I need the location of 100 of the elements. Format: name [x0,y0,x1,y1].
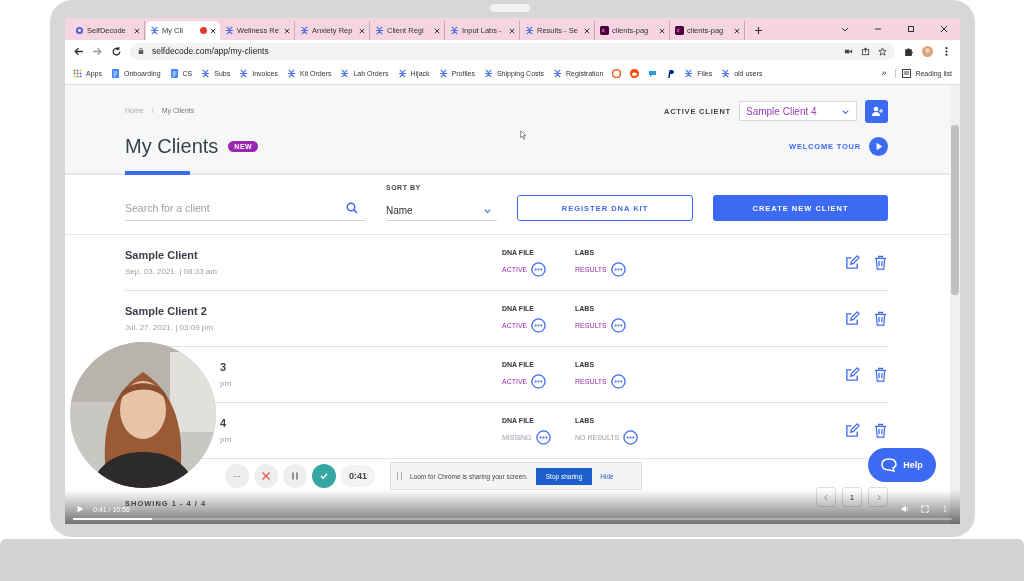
trash-icon[interactable] [873,255,888,270]
drag-handle-icon[interactable] [397,472,402,480]
previous-page-button[interactable] [816,487,836,507]
puzzle-icon[interactable] [903,45,914,57]
client-date: Sep. 03. 2021. | 08:33 am [125,267,218,276]
more-button[interactable]: ··· [225,464,249,488]
maximize-icon[interactable] [906,24,916,34]
client-date: pm [220,435,233,444]
close-icon[interactable] [659,27,665,34]
star-icon[interactable] [878,46,887,56]
more-icon[interactable] [623,429,639,445]
close-icon[interactable] [509,27,515,34]
cursor-icon [520,130,527,140]
close-icon [261,471,271,481]
client-profile-button[interactable] [865,99,888,123]
help-button[interactable]: Help [868,448,936,482]
reload-icon[interactable] [111,45,122,57]
trash-icon[interactable] [873,423,888,438]
page-number[interactable]: 1 [842,487,862,507]
gear-icon [75,26,84,35]
client-name[interactable]: 3 [220,361,502,373]
close-icon[interactable] [359,27,365,34]
person-icon [450,26,459,35]
camera-icon [490,4,530,12]
chevron-left-icon [822,493,830,501]
chevron-right-icon [874,493,882,501]
close-icon[interactable] [210,27,216,34]
play-icon [869,136,888,156]
person-icon [483,68,493,78]
person-icon [375,26,384,35]
scrollbar-thumb[interactable] [951,125,959,295]
person-icon [150,26,159,35]
edit-icon[interactable] [845,311,860,326]
sort-dropdown[interactable]: Name [386,201,497,221]
person-icon [239,68,249,78]
more-icon[interactable] [531,373,547,389]
person-icon [721,68,731,78]
more-icon[interactable] [610,317,626,333]
person-icon [397,68,407,78]
more-icon[interactable] [610,261,626,277]
play-icon[interactable] [76,505,84,513]
person-icon [225,26,234,35]
lock-icon [138,47,144,55]
chat-icon [881,458,898,472]
trash-icon[interactable] [873,367,888,382]
alien-icon [630,68,640,78]
edit-icon[interactable] [845,255,860,270]
more-icon[interactable] [531,317,547,333]
address-bar[interactable]: selfdecode.com/app/my-clients [130,42,895,60]
xd-icon [675,26,684,35]
overflow-chevron[interactable]: » [881,68,887,78]
close-icon[interactable] [434,27,440,34]
chevron-icon [483,206,492,215]
cancel-button[interactable] [254,464,278,488]
client-name[interactable]: Sample Client 2 [125,305,502,317]
tab-underline [125,171,190,175]
next-page-button[interactable] [868,487,888,507]
person-icon [553,68,562,78]
more-icon[interactable] [535,429,551,445]
close-icon[interactable] [939,24,949,34]
back-icon[interactable] [73,45,84,57]
person-icon [525,26,534,35]
person-icon [300,26,309,35]
close-icon[interactable] [734,27,740,34]
forward-icon[interactable] [92,45,103,57]
recording-timer: 0:41 [341,465,375,487]
list-icon [902,68,912,78]
url-text: selfdecode.com/app/my-clients [152,46,269,56]
document-icon [110,68,120,78]
more-icon[interactable] [531,261,547,277]
person-icon [201,68,211,78]
client-dropdown[interactable]: Sample Client 4 [739,101,857,121]
paypal-icon [666,68,676,78]
search-field[interactable]: Search for a client [125,196,366,221]
person-icon [286,68,296,78]
person-icon [684,68,694,78]
person-icon [438,68,448,78]
close-icon[interactable] [584,27,590,34]
pause-button[interactable] [283,464,307,488]
check-icon [319,471,329,481]
more-icon[interactable] [610,373,626,389]
client-name[interactable]: 4 [220,417,502,429]
xd-icon [600,26,609,35]
volume-icon[interactable] [901,505,909,513]
close-icon[interactable] [134,27,140,34]
new-tab-icon[interactable] [754,26,763,35]
person-icon [870,105,883,117]
client-date: pm [220,379,233,388]
person-icon [340,68,350,78]
trash-icon[interactable] [873,311,888,326]
share-icon[interactable] [861,46,870,56]
close-icon[interactable] [284,27,290,34]
edit-icon[interactable] [845,423,860,438]
chat-icon [648,68,658,78]
edit-icon[interactable] [845,367,860,382]
pause-icon [290,471,300,481]
page-title: My Clients [125,134,219,158]
finish-button[interactable] [312,464,336,488]
search-icon[interactable] [346,202,358,214]
client-name[interactable]: Sample Client [125,249,502,261]
